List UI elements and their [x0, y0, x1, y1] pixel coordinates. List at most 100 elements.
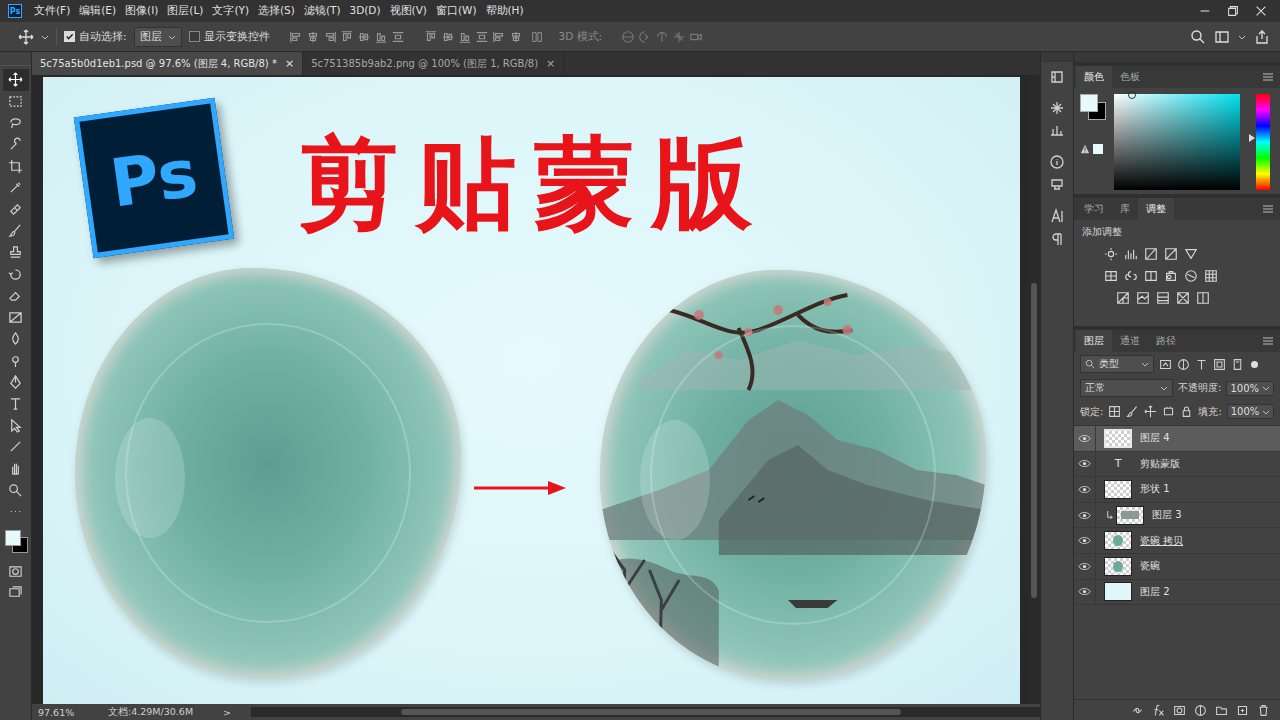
opacity-field[interactable]: 100%: [1226, 381, 1274, 396]
brush-settings-icon[interactable]: [1049, 100, 1065, 116]
adjustment-icon[interactable]: [1144, 247, 1158, 261]
menu-item[interactable]: 滤镜(T): [302, 4, 343, 18]
panel-tab[interactable]: 通道: [1112, 330, 1148, 352]
adjustment-icon[interactable]: [1104, 247, 1118, 261]
tool-button[interactable]: [3, 199, 29, 221]
distribute-icon[interactable]: [458, 30, 472, 44]
clone-source-icon[interactable]: [1049, 123, 1065, 139]
layer-thumbnail[interactable]: [1116, 506, 1144, 525]
tab-close-button[interactable]: ×: [546, 57, 555, 70]
properties-icon[interactable]: [1049, 177, 1065, 193]
distribute-icon[interactable]: [475, 30, 489, 44]
align-icon[interactable]: [340, 30, 354, 44]
foreground-color-swatch[interactable]: [1080, 94, 1098, 112]
character-icon[interactable]: [1049, 208, 1065, 224]
vertical-scrollbar[interactable]: [1028, 75, 1040, 704]
preset-caret-icon[interactable]: [41, 33, 49, 41]
layer-row[interactable]: 图层 2: [1074, 580, 1280, 606]
tool-button[interactable]: [3, 134, 29, 156]
info-icon[interactable]: [1049, 154, 1065, 170]
distribute-icon[interactable]: [509, 30, 523, 44]
panel-tab[interactable]: 色板: [1112, 66, 1148, 88]
mask-icon[interactable]: [1173, 704, 1186, 717]
color-swatches[interactable]: [3, 528, 29, 556]
tool-button[interactable]: [3, 155, 29, 177]
layer-name[interactable]: 瓷碗 拷贝: [1140, 534, 1183, 548]
visibility-toggle[interactable]: [1074, 477, 1096, 502]
auto-align-icon[interactable]: [530, 30, 544, 44]
adjustment-icon[interactable]: [1204, 269, 1218, 283]
layer-thumbnail[interactable]: [1104, 429, 1132, 448]
menu-item[interactable]: 图层(L): [165, 4, 205, 18]
panel-tab[interactable]: 图层: [1076, 330, 1112, 352]
layer-thumbnail[interactable]: T: [1104, 454, 1132, 473]
menu-item[interactable]: 图像(I): [123, 4, 160, 18]
history-icon[interactable]: [1049, 69, 1065, 85]
tool-button[interactable]: [3, 328, 29, 350]
layer-name[interactable]: 图层 2: [1140, 585, 1170, 599]
paragraph-icon[interactable]: [1049, 231, 1065, 247]
menu-item[interactable]: 编辑(E): [77, 4, 118, 18]
auto-select-checkbox[interactable]: 自动选择:: [64, 30, 127, 44]
group-icon[interactable]: [1215, 704, 1228, 717]
filter-toggle[interactable]: [1251, 361, 1258, 368]
layer-row[interactable]: 瓷碗: [1074, 554, 1280, 580]
align-icon[interactable]: [391, 30, 405, 44]
app-logo-icon[interactable]: Ps: [8, 4, 22, 18]
blend-mode-dropdown[interactable]: 正常: [1080, 379, 1173, 397]
horizontal-scrollbar[interactable]: [251, 707, 1040, 717]
tool-button[interactable]: [3, 371, 29, 393]
document-tab[interactable]: 5c75a5b0d1eb1.psd @ 97.6% (图层 4, RGB/8) …: [32, 52, 303, 75]
status-menu-button[interactable]: >: [223, 707, 231, 718]
tool-button[interactable]: [3, 69, 29, 91]
menu-item[interactable]: 3D(D): [347, 4, 382, 18]
zoom-level[interactable]: 97.61%: [38, 707, 98, 718]
web-color-swatch[interactable]: [1093, 144, 1103, 154]
minimize-icon[interactable]: [1198, 4, 1212, 18]
lock-option-icon[interactable]: [1162, 405, 1175, 418]
link-icon[interactable]: [1131, 704, 1144, 717]
toolbar-handle[interactable]: [0, 52, 31, 66]
menu-item[interactable]: 选择(S): [256, 4, 297, 18]
lock-option-icon[interactable]: [1180, 405, 1193, 418]
layer-row[interactable]: 图层 3: [1074, 503, 1280, 529]
restore-icon[interactable]: [1226, 4, 1240, 18]
scrollbar-thumb[interactable]: [401, 709, 901, 715]
adjustment-icon[interactable]: [1164, 269, 1178, 283]
visibility-toggle[interactable]: [1074, 528, 1096, 553]
hue-slider[interactable]: [1256, 94, 1270, 190]
tool-button[interactable]: [3, 91, 29, 113]
gamut-warning[interactable]: [1080, 144, 1108, 154]
layer-name[interactable]: 剪贴蒙版: [1140, 457, 1180, 471]
adjustment-icon[interactable]: [1164, 247, 1178, 261]
adjustment-icon[interactable]: [1156, 291, 1170, 305]
scrollbar-thumb[interactable]: [1031, 283, 1037, 598]
adjustment-icon[interactable]: [1124, 247, 1138, 261]
panel-tab[interactable]: 颜色: [1076, 66, 1112, 88]
filter-kind-dropdown[interactable]: 类型: [1080, 355, 1154, 373]
layer-row[interactable]: 图层 4: [1074, 426, 1280, 452]
layer-name[interactable]: 图层 3: [1152, 508, 1182, 522]
show-transform-checkbox[interactable]: 显示变换控件: [189, 30, 270, 44]
align-icon[interactable]: [323, 30, 337, 44]
layer-style-icon[interactable]: [1152, 704, 1165, 717]
adjustment-icon[interactable]: [1184, 269, 1198, 283]
3d-tool-icon[interactable]: [621, 30, 635, 44]
lock-option-icon[interactable]: [1108, 405, 1121, 418]
tool-button[interactable]: [3, 393, 29, 415]
move-tool-icon[interactable]: [18, 29, 34, 45]
tab-close-button[interactable]: ×: [285, 57, 294, 70]
search-icon[interactable]: [1190, 29, 1206, 45]
tool-button[interactable]: [3, 415, 29, 437]
auto-select-target-dropdown[interactable]: 图层: [134, 27, 182, 47]
menu-item[interactable]: 窗口(W): [434, 4, 479, 18]
tool-button[interactable]: [3, 436, 29, 458]
layer-row[interactable]: 瓷碗 拷贝: [1074, 528, 1280, 554]
adjustment-icon[interactable]: [1144, 269, 1158, 283]
visibility-toggle[interactable]: [1074, 580, 1096, 605]
panel-tab[interactable]: 库: [1112, 198, 1138, 220]
quick-mask-button[interactable]: [3, 560, 29, 582]
menu-item[interactable]: 帮助(H): [484, 4, 526, 18]
foreground-color-swatch[interactable]: [5, 530, 21, 546]
lock-option-icon[interactable]: [1126, 405, 1139, 418]
